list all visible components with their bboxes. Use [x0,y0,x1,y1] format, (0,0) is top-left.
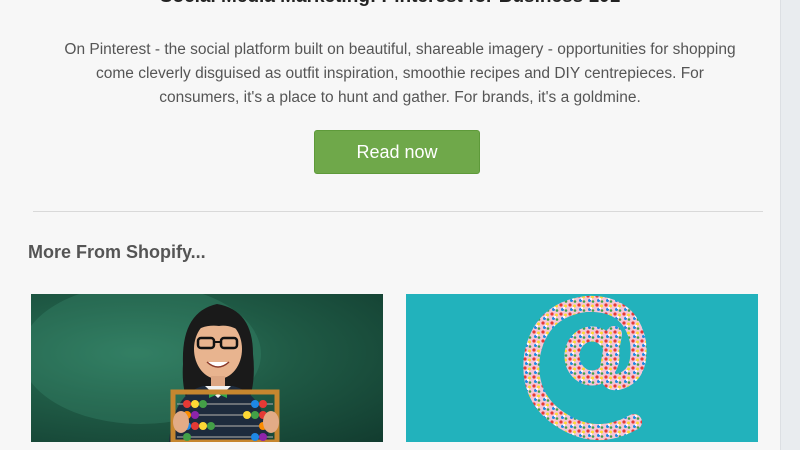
read-now-button[interactable]: Read now [314,130,480,174]
email-card: Social Media Marketing: Pinterest for Bu… [0,0,781,450]
article-title[interactable]: Social Media Marketing: Pinterest for Bu… [0,0,780,8]
article-thumbnail-student[interactable] [31,294,383,442]
at-sign-sprinkles-image [523,295,647,441]
student-abacus-image [31,294,280,442]
article-thumbnail-at-sign[interactable] [406,294,758,442]
section-divider [33,211,763,212]
article-summary: On Pinterest - the social platform built… [64,41,736,106]
page: Social Media Marketing: Pinterest for Bu… [0,0,800,450]
more-from-heading: More From Shopify... [28,242,206,262]
